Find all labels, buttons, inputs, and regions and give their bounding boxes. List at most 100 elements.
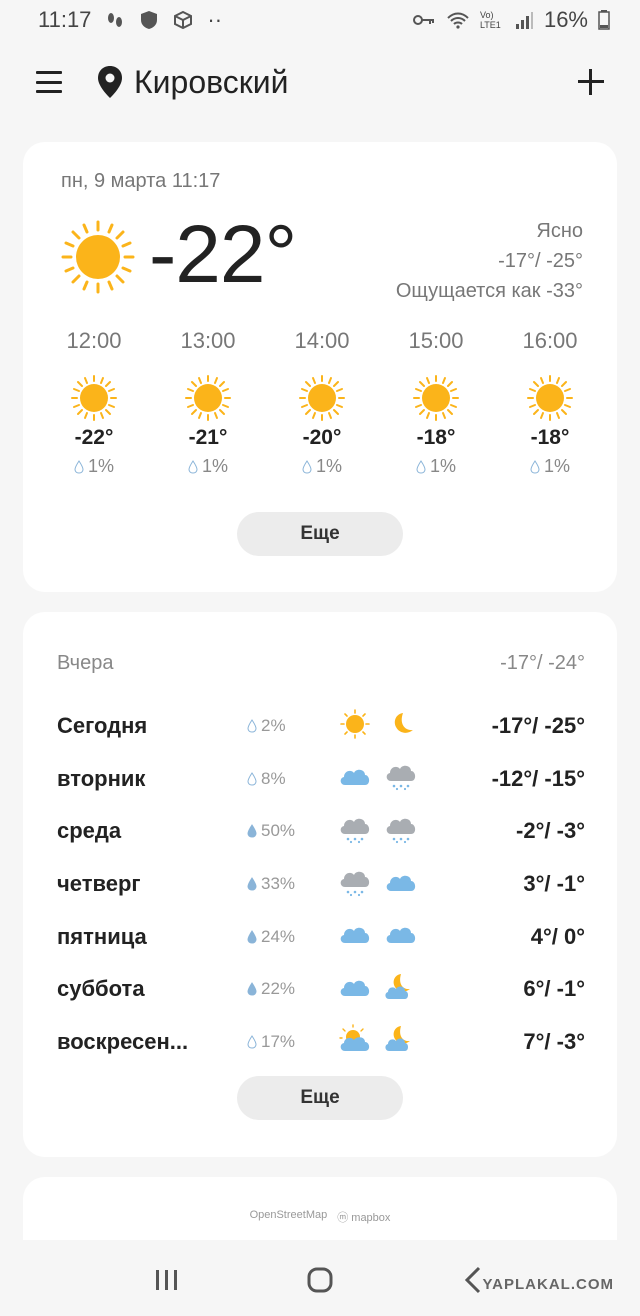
hourly-item: 13:00 -21° 1% [153,328,263,477]
home-button[interactable] [300,1260,340,1300]
daily-row[interactable]: четверг 33% 3°/ -1° [57,858,585,911]
hour-temp: -20° [302,426,342,449]
map-card[interactable]: OpenStreetMap ⓜ mapbox [23,1177,617,1240]
yesterday-label: Вчера [57,652,114,674]
sun-icon [299,375,345,421]
hour-precip: 1% [495,456,605,477]
hour-precip: 1% [39,456,149,477]
snow-cloud-icon [337,814,373,849]
network-type: Vo) LTE1 [479,10,501,30]
moon-cloud-icon [383,1024,419,1059]
day-precip: 50% [247,821,337,841]
moon-icon [383,709,419,744]
yesterday-row: Вчера -17°/ -24° [57,652,585,675]
daily-row[interactable]: Сегодня 2% -17°/ -25° [57,700,585,753]
hour-precip: 1% [267,456,377,477]
day-precip-value: 8% [261,768,286,788]
day-precip-value: 33% [261,874,296,894]
hour-time: 15:00 [408,328,464,353]
day-icons [337,972,427,1007]
more-daily-button[interactable]: Еще [237,1076,403,1120]
raindrop-icon [247,1034,257,1049]
more-hourly-button[interactable]: Еще [237,512,403,556]
raindrop-icon [530,459,540,474]
daily-row[interactable]: суббота 22% 6°/ -1° [57,963,585,1016]
snow-cloud-icon [337,867,373,902]
daily-row[interactable]: среда 50% -2°/ -3° [57,805,585,858]
raindrop-icon [247,719,257,733]
day-icons [337,761,427,796]
footsteps-icon [108,13,123,27]
hour-temp: -22° [74,426,114,449]
moon-cloud-icon [383,972,419,1007]
day-temp-range: 6°/ -1° [523,976,585,1002]
current-date: пн, 9 марта 11:17 [61,170,221,192]
raindrop-icon [247,982,257,996]
day-precip: 22% [247,979,337,999]
feels-like-text: Ощущается как -33° [395,280,583,302]
recent-apps-button[interactable] [147,1260,187,1300]
app-header: Кировский [0,52,640,112]
current-temperature: -22° [149,209,297,300]
day-precip: 2% [247,716,337,736]
day-precip: 17% [247,1032,337,1052]
day-precip-value: 17% [261,1031,296,1051]
sun-icon [337,708,373,744]
shield-icon [141,11,158,29]
daily-forecast-card: Вчера -17°/ -24° Сегодня 2% -17°/ -25° втор… [23,612,617,1157]
signal-icon [515,12,533,29]
mapbox-label: mapbox [351,1212,391,1224]
sun-icon [71,375,117,421]
raindrop-icon [247,771,257,786]
day-temp-range: -2°/ -3° [516,818,585,844]
hourly-item: 14:00 -20° 1% [267,328,377,477]
add-location-icon[interactable] [578,69,604,95]
snow-cloud-icon [383,761,419,796]
day-name: Сегодня [57,713,148,739]
day-icons [337,1024,427,1059]
home-icon [307,1267,333,1293]
daily-row[interactable]: пятница 24% 4°/ 0° [57,910,585,963]
hour-time: 12:00 [66,328,122,353]
battery-icon [598,10,610,30]
menu-icon[interactable] [36,71,62,93]
cloud-icon [337,919,373,954]
back-icon [465,1266,481,1294]
day-temp-range: -12°/ -15° [491,765,585,791]
hour-precip: 1% [153,456,263,477]
cloud-icon [383,919,419,954]
hour-precip: 1% [381,456,491,477]
day-name: четверг [57,871,141,897]
raindrop-icon [416,459,426,474]
location-pin-icon [98,66,122,98]
day-precip: 33% [247,874,337,894]
hour-time: 13:00 [180,328,236,353]
day-name: воскресен... [57,1028,189,1054]
snow-cloud-icon [383,814,419,849]
current-conditions: Ясно -17°/ -25° Ощущается как -33° [396,216,583,306]
hour-time: 14:00 [294,328,350,353]
hourly-item: 12:00 -22° 1% [39,328,149,477]
hour-precip-value: 1% [87,456,114,476]
cloud-icon [337,972,373,1007]
day-name: суббота [57,976,145,1002]
day-temp-range: 3°/ -1° [523,871,585,897]
raindrop-icon [247,929,257,944]
city-name[interactable]: Кировский [134,64,289,101]
hourly-item: 16:00 -18° 1% [495,328,605,477]
watermark: YAPLAKAL.COM [482,1276,614,1293]
hour-time: 16:00 [522,328,578,353]
hour-precip-value: 1% [315,456,342,476]
day-name: среда [57,818,122,844]
daily-row[interactable]: вторник 8% -12°/ -15° [57,753,585,806]
daily-row[interactable]: воскресен... 17% 7°/ -3° [57,1016,585,1069]
high-low-text: -17°/ -25° [498,250,583,272]
day-icons [337,919,427,954]
hour-precip-value: 1% [543,456,570,476]
battery-percent: 16% [543,7,588,32]
sun-icon [61,220,135,294]
day-precip-value: 22% [261,979,296,999]
cloud-icon [337,761,373,796]
osm-attribution[interactable]: OpenStreetMap [250,1209,328,1225]
map-attribution: OpenStreetMap ⓜ mapbox [23,1209,617,1225]
